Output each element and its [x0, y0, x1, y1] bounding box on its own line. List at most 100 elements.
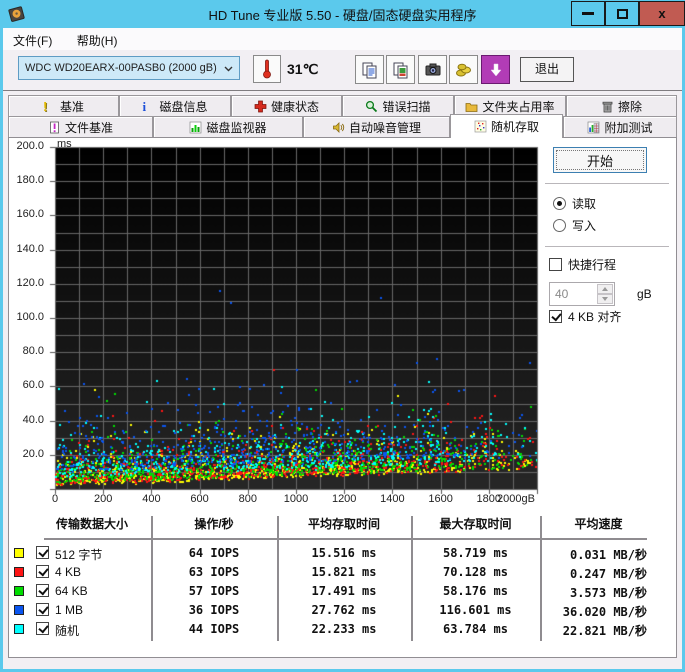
tab-aam[interactable]: 自动噪音管理 — [303, 116, 450, 137]
col-header-ops: 操作/秒 — [194, 517, 234, 531]
maximize-button[interactable] — [605, 1, 639, 26]
down-arrow-icon — [602, 297, 608, 301]
menu-bar: 文件(F) 帮助(H) — [3, 28, 682, 50]
table-row-64kb: 64 KB 57 IOPS 17.491 ms 58.176 ms 3.573 … — [9, 583, 669, 602]
tab-label: 附加测试 — [604, 120, 653, 135]
series-checkbox[interactable] — [36, 546, 49, 559]
series-color-chip — [14, 605, 24, 615]
tab-benchmark[interactable]: ! 基准 — [8, 95, 119, 116]
series-color-chip — [14, 624, 24, 634]
header-underline — [44, 538, 647, 540]
col-header-avg: 平均存取时间 — [307, 517, 380, 531]
up-arrow-icon — [602, 287, 608, 291]
screenshot-button[interactable] — [418, 55, 447, 84]
tab-erase[interactable]: 擦除 — [566, 95, 677, 116]
write-radio[interactable] — [553, 219, 566, 232]
read-radio[interactable] — [553, 197, 566, 210]
drive-select-value: WDC WD20EARX-00PASB0 (2000 gB) — [25, 62, 217, 74]
y-tick-label: 80.0 — [22, 345, 44, 358]
align-4kb-checkbox[interactable] — [549, 310, 562, 323]
series-color-chip — [14, 548, 24, 558]
y-tick-label: 200.0 — [16, 140, 44, 152]
avg-speed-value: 36.020 MB/秒 — [562, 605, 647, 619]
minimize-button[interactable] — [571, 1, 605, 26]
series-label: 随机 — [55, 624, 80, 638]
tab-label: 文件夹占用率 — [482, 99, 555, 114]
copy-text-button[interactable] — [355, 55, 384, 84]
health-cross-icon — [254, 100, 267, 112]
drive-select[interactable]: WDC WD20EARX-00PASB0 (2000 gB) — [18, 56, 240, 80]
table-row-512b: 512 字节 64 IOPS 15.516 ms 58.719 ms 0.031… — [9, 545, 669, 564]
series-checkbox[interactable] — [36, 603, 49, 616]
x-tick-label: 200 — [94, 493, 113, 505]
x-tick-label: 2000gB — [497, 493, 535, 505]
menu-help[interactable]: 帮助(H) — [67, 28, 128, 49]
col-header-speed: 平均速度 — [574, 517, 623, 531]
avg-access-value: 15.516 ms — [311, 546, 377, 560]
series-checkbox[interactable] — [36, 565, 49, 578]
ops-value: 36 IOPS — [188, 603, 240, 617]
exit-button[interactable]: 退出 — [520, 57, 574, 82]
temperature-button[interactable] — [253, 55, 281, 83]
info-icon: i — [142, 98, 147, 114]
minimize-icon — [582, 12, 594, 15]
avg-speed-value: 0.031 MB/秒 — [569, 548, 647, 562]
align-row[interactable]: 4 KB 对齐 — [549, 308, 621, 325]
read-label: 读取 — [572, 197, 597, 211]
short-stroke-checkbox[interactable] — [549, 258, 562, 271]
avg-access-value: 27.762 ms — [311, 603, 377, 617]
y-tick-label: 40.0 — [22, 413, 44, 426]
random-access-panel: ms 200.0 180.0 160.0 140.0 120.0 100.0 80.0 60.… — [8, 137, 677, 658]
tab-disk-monitor[interactable]: 磁盘监视器 — [153, 116, 303, 137]
tab-extra-tests[interactable]: 附加测试 — [563, 116, 677, 137]
series-checkbox[interactable] — [36, 622, 49, 635]
file-benchmark-icon — [50, 121, 59, 133]
x-tick-label: 1200 — [331, 493, 357, 505]
avg-speed-value: 3.573 MB/秒 — [569, 586, 647, 600]
app-window: HD Tune 专业版 5.50 - 硬盘/固态硬盘实用程序 x 文件(F) 帮… — [0, 0, 685, 672]
tab-file-benchmark[interactable]: 文件基准 — [8, 116, 153, 137]
x-tick-label: 600 — [190, 493, 209, 505]
coins-icon — [455, 63, 471, 76]
short-stroke-unit: gB — [637, 287, 652, 301]
update-button[interactable] — [481, 55, 510, 84]
read-radio-row[interactable]: 读取 — [553, 195, 596, 212]
copy-image-button[interactable] — [386, 55, 415, 84]
tab-folder-usage[interactable]: 文件夹占用率 — [454, 95, 566, 116]
disk-monitor-icon — [190, 121, 202, 133]
coins-button[interactable] — [449, 55, 478, 84]
align-4kb-label: 4 KB 对齐 — [568, 310, 622, 324]
tab-random-access[interactable]: 随机存取 — [450, 114, 563, 138]
tab-label: 错误扫描 — [382, 99, 431, 114]
start-button[interactable]: 开始 — [553, 147, 647, 173]
client-area: 文件(F) 帮助(H) WDC WD20EARX-00PASB0 (2000 g… — [3, 28, 682, 669]
tab-label: 随机存取 — [490, 120, 539, 134]
tab-disk-info[interactable]: i 磁盘信息 — [119, 95, 231, 116]
write-radio-row[interactable]: 写入 — [553, 217, 596, 234]
tab-label: 自动噪音管理 — [348, 120, 421, 135]
maximize-icon — [616, 8, 628, 19]
tab-label: 擦除 — [617, 99, 642, 114]
tab-error-scan[interactable]: 错误扫描 — [342, 95, 454, 116]
avg-speed-value: 22.821 MB/秒 — [562, 624, 647, 638]
short-stroke-spinner[interactable]: 40 — [549, 282, 615, 306]
y-tick-label: 160.0 — [16, 208, 44, 221]
download-arrow-icon — [489, 63, 502, 76]
short-stroke-value: 40 — [555, 287, 569, 301]
y-axis-unit: ms — [57, 138, 72, 150]
short-stroke-row[interactable]: 快捷行程 — [549, 256, 616, 273]
y-tick-label: 140.0 — [16, 242, 44, 255]
tab-label: 磁盘信息 — [159, 99, 208, 114]
avg-access-value: 17.491 ms — [311, 584, 377, 598]
start-button-label: 开始 — [586, 153, 613, 169]
series-checkbox[interactable] — [36, 584, 49, 597]
title-bar: HD Tune 专业版 5.50 - 硬盘/固态硬盘实用程序 x — [0, 0, 685, 28]
ops-value: 44 IOPS — [188, 622, 240, 636]
series-color-chip — [14, 567, 24, 577]
close-button[interactable]: x — [639, 1, 685, 26]
menu-file[interactable]: 文件(F) — [3, 28, 62, 49]
write-label: 写入 — [572, 219, 597, 233]
spinner-up-button[interactable] — [597, 284, 613, 294]
tab-health[interactable]: 健康状态 — [231, 95, 342, 116]
spinner-down-button[interactable] — [597, 294, 613, 304]
